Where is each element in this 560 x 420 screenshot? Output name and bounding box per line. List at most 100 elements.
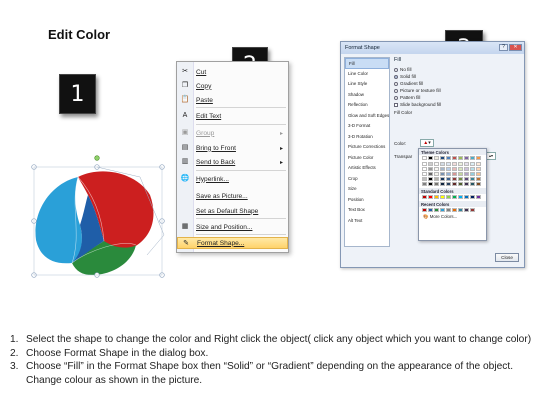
menu-item-send-to-back[interactable]: ▥ Send to Back ▸	[177, 156, 288, 168]
radio-button[interactable]	[394, 88, 398, 93]
color-swatch[interactable]	[458, 177, 463, 181]
color-swatch[interactable]	[470, 208, 475, 212]
color-swatch[interactable]	[452, 195, 457, 199]
nav-item-shadow[interactable]: Shadow	[345, 90, 389, 101]
color-swatch[interactable]	[428, 208, 433, 212]
color-swatch[interactable]	[458, 182, 463, 186]
color-swatch[interactable]	[476, 156, 481, 160]
nav-item-glow-and-soft-edges[interactable]: Glow and Soft Edges	[345, 111, 389, 122]
color-swatch[interactable]	[422, 195, 427, 199]
menu-item-edit-text[interactable]: A Edit Text	[177, 110, 288, 122]
color-swatch[interactable]	[452, 177, 457, 181]
menu-item-group[interactable]: ▣ Group ▸	[177, 127, 288, 139]
color-swatch[interactable]	[470, 156, 475, 160]
menu-item-cut[interactable]: ✂ Cut	[177, 66, 288, 78]
menu-item-format-shape[interactable]: ✎ Format Shape...	[177, 237, 288, 249]
nav-item-crop[interactable]: Crop	[345, 174, 389, 185]
help-button[interactable]: ?	[499, 44, 508, 51]
nav-item-position[interactable]: Position	[345, 195, 389, 206]
color-swatch[interactable]	[446, 195, 451, 199]
color-swatch[interactable]	[476, 162, 481, 166]
color-swatch[interactable]	[434, 182, 439, 186]
color-swatch[interactable]	[434, 156, 439, 160]
color-swatch[interactable]	[422, 167, 427, 171]
color-swatch[interactable]	[476, 172, 481, 176]
transparency-spinner[interactable]: ▴▾	[486, 152, 496, 160]
color-swatch[interactable]	[422, 162, 427, 166]
color-swatch[interactable]	[458, 195, 463, 199]
color-swatch[interactable]	[476, 167, 481, 171]
color-swatch[interactable]	[452, 182, 457, 186]
color-swatch[interactable]	[458, 172, 463, 176]
color-swatch[interactable]	[452, 162, 457, 166]
menu-item-paste[interactable]: 📋 Paste	[177, 94, 288, 106]
shape-lobes[interactable]	[35, 171, 154, 275]
color-swatch[interactable]	[422, 172, 427, 176]
nav-item-line-color[interactable]: Line Color	[345, 69, 389, 80]
color-swatch[interactable]	[446, 182, 451, 186]
nav-item-alt-text[interactable]: Alt Text	[345, 216, 389, 227]
color-swatch[interactable]	[446, 167, 451, 171]
color-swatch[interactable]	[446, 208, 451, 212]
menu-item-set-as-default-shape[interactable]: Set as Default Shape	[177, 205, 288, 217]
rotate-handle[interactable]	[94, 155, 100, 161]
fill-option-no-fill[interactable]: No fill	[394, 66, 522, 73]
close-button[interactable]: Close	[495, 253, 519, 262]
color-swatch[interactable]	[476, 195, 481, 199]
color-swatch[interactable]	[446, 162, 451, 166]
color-swatch[interactable]	[464, 162, 469, 166]
menu-item-bring-to-front[interactable]: ▤ Bring to Front ▸	[177, 142, 288, 154]
color-swatch[interactable]	[440, 208, 445, 212]
color-swatch[interactable]	[464, 167, 469, 171]
color-swatch[interactable]	[428, 162, 433, 166]
color-swatch[interactable]	[452, 172, 457, 176]
color-swatch[interactable]	[422, 156, 427, 160]
color-swatch[interactable]	[440, 182, 445, 186]
radio-button[interactable]	[394, 81, 398, 86]
checkbox[interactable]	[394, 102, 398, 107]
color-swatch[interactable]	[446, 156, 451, 160]
fill-option-picture-or-texture-fill[interactable]: Picture or texture fill	[394, 87, 522, 94]
more-colors-link[interactable]: 🎨 More Colors...	[419, 212, 486, 222]
color-swatch[interactable]	[428, 156, 433, 160]
color-swatch[interactable]	[452, 156, 457, 160]
nav-item-3-d-format[interactable]: 3-D Format	[345, 121, 389, 132]
menu-item-save-as-picture[interactable]: Save as Picture...	[177, 190, 288, 202]
tri-lobe-shape[interactable]	[22, 155, 172, 290]
color-swatch[interactable]	[464, 172, 469, 176]
color-swatch[interactable]	[470, 195, 475, 199]
fill-option-pattern-fill[interactable]: Pattern fill	[394, 94, 522, 101]
color-swatch[interactable]	[464, 182, 469, 186]
radio-button[interactable]	[394, 74, 398, 79]
nav-item-size[interactable]: Size	[345, 184, 389, 195]
radio-button[interactable]	[394, 95, 398, 100]
color-swatch[interactable]	[458, 208, 463, 212]
color-swatch[interactable]	[452, 208, 457, 212]
color-swatch[interactable]	[458, 156, 463, 160]
color-swatch[interactable]	[422, 182, 427, 186]
color-swatch[interactable]	[470, 177, 475, 181]
nav-item-text-box[interactable]: Text Box	[345, 205, 389, 216]
close-icon[interactable]: ✕	[509, 44, 522, 51]
color-swatch[interactable]	[428, 195, 433, 199]
color-swatch[interactable]	[464, 208, 469, 212]
color-swatch[interactable]	[428, 167, 433, 171]
color-swatch[interactable]	[434, 177, 439, 181]
nav-item-picture-color[interactable]: Picture Color	[345, 153, 389, 164]
color-swatch[interactable]	[470, 162, 475, 166]
nav-item-3-d-rotation[interactable]: 3-D Rotation	[345, 132, 389, 143]
color-swatch[interactable]	[434, 195, 439, 199]
color-swatch[interactable]	[428, 172, 433, 176]
color-swatch[interactable]	[440, 156, 445, 160]
color-swatch[interactable]	[446, 172, 451, 176]
color-swatch[interactable]	[434, 208, 439, 212]
color-swatch[interactable]	[470, 172, 475, 176]
color-swatch[interactable]	[464, 156, 469, 160]
color-swatch[interactable]	[422, 208, 427, 212]
fill-option-slide-background-fill[interactable]: Slide background fill	[394, 101, 522, 108]
menu-item-hyperlink[interactable]: 🌐 Hyperlink...	[177, 173, 288, 185]
color-swatch[interactable]	[464, 177, 469, 181]
color-swatch[interactable]	[434, 162, 439, 166]
color-swatch[interactable]	[428, 182, 433, 186]
nav-item-artistic-effects[interactable]: Artistic Effects	[345, 163, 389, 174]
